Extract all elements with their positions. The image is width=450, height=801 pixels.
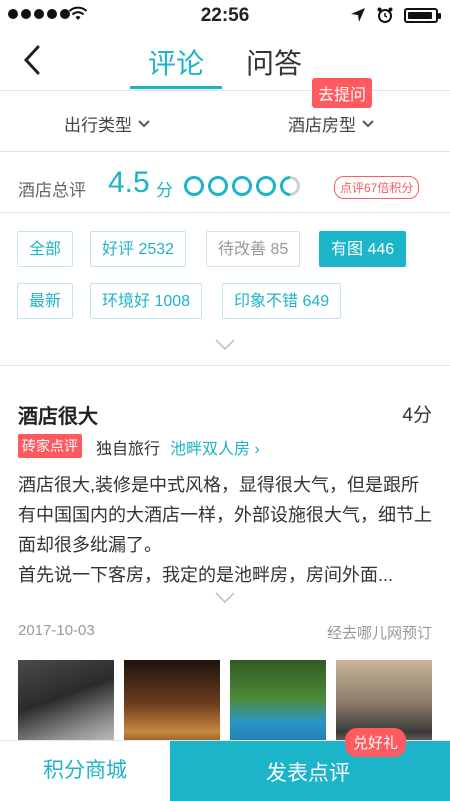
overall-rating: 酒店总评 4.5 分 点评67倍积分: [0, 152, 450, 213]
post-review-button[interactable]: 发表点评: [170, 741, 450, 801]
points-badge[interactable]: 点评67倍积分: [334, 176, 420, 199]
overall-score: 4.5: [108, 166, 150, 199]
points-mall-button[interactable]: 积分商城: [0, 741, 170, 801]
rating-circle-icon: [256, 176, 276, 196]
nav-bar: 评论 问答 去提问: [0, 30, 450, 108]
tag-good-impression[interactable]: 印象不错 649: [222, 283, 342, 319]
tab-active-indicator: [130, 86, 222, 89]
redeem-gift-badge[interactable]: 兑好礼: [345, 728, 407, 757]
filter-bar: 出行类型 酒店房型: [0, 91, 450, 152]
tag-to-improve[interactable]: 待改善 85: [206, 231, 301, 267]
back-chevron-icon[interactable]: [22, 44, 42, 76]
overall-unit: 分: [156, 181, 173, 200]
alarm-clock-icon: [377, 7, 393, 23]
tab-review[interactable]: 评论: [130, 42, 222, 89]
rating-circle-icon: [208, 176, 228, 196]
battery-icon: [404, 7, 441, 23]
room-type-label: 酒店房型: [288, 116, 356, 135]
tab-qa-label: 问答: [246, 48, 303, 79]
trip-type-label: 出行类型: [64, 116, 132, 135]
review-trip-type: 独自旅行: [96, 441, 161, 458]
tab-review-label: 评论: [148, 48, 205, 79]
expand-tags-icon[interactable]: [215, 339, 235, 351]
tag-all[interactable]: 全部: [17, 231, 74, 267]
post-review-label: 发表点评: [266, 762, 350, 785]
review-score: 4分: [402, 405, 432, 426]
rating-circle-icon: [232, 176, 252, 196]
review-title: 酒店很大: [18, 406, 98, 428]
expand-review-icon[interactable]: [215, 592, 235, 604]
overall-label: 酒店总评: [18, 181, 86, 200]
tag-with-photos[interactable]: 有图 446: [319, 231, 407, 267]
tag-good-environment[interactable]: 环境好 1008: [90, 283, 203, 319]
review-source: 经去哪儿网预订: [326, 625, 432, 642]
review-tags: 全部 好评 2532 待改善 85 有图 446 最新 环境好 1008 印象不…: [0, 213, 450, 366]
rating-circle-half-icon: [275, 171, 305, 201]
review-body: 酒店很大,装修是中式风格，显得很大气，但是跟所有中国国内的大酒店一样，外部设施很…: [18, 475, 432, 585]
review-date: 2017-10-03: [18, 622, 95, 639]
rating-circle-icon: [184, 176, 204, 196]
room-type-filter[interactable]: 酒店房型: [288, 111, 374, 136]
rating-circles: [184, 171, 305, 201]
review-room-link[interactable]: 池畔双人房 ›: [170, 435, 260, 459]
chevron-down-icon: [138, 119, 150, 127]
tag-good[interactable]: 好评 2532: [90, 231, 187, 267]
location-arrow-icon: [351, 8, 365, 22]
expert-review-badge: 砖家点评: [18, 434, 82, 458]
trip-type-filter[interactable]: 出行类型: [64, 111, 150, 136]
status-bar: 22:56: [0, 0, 450, 30]
tab-qa[interactable]: 问答: [246, 42, 302, 82]
chevron-down-icon: [362, 119, 374, 127]
tag-latest[interactable]: 最新: [17, 283, 74, 319]
